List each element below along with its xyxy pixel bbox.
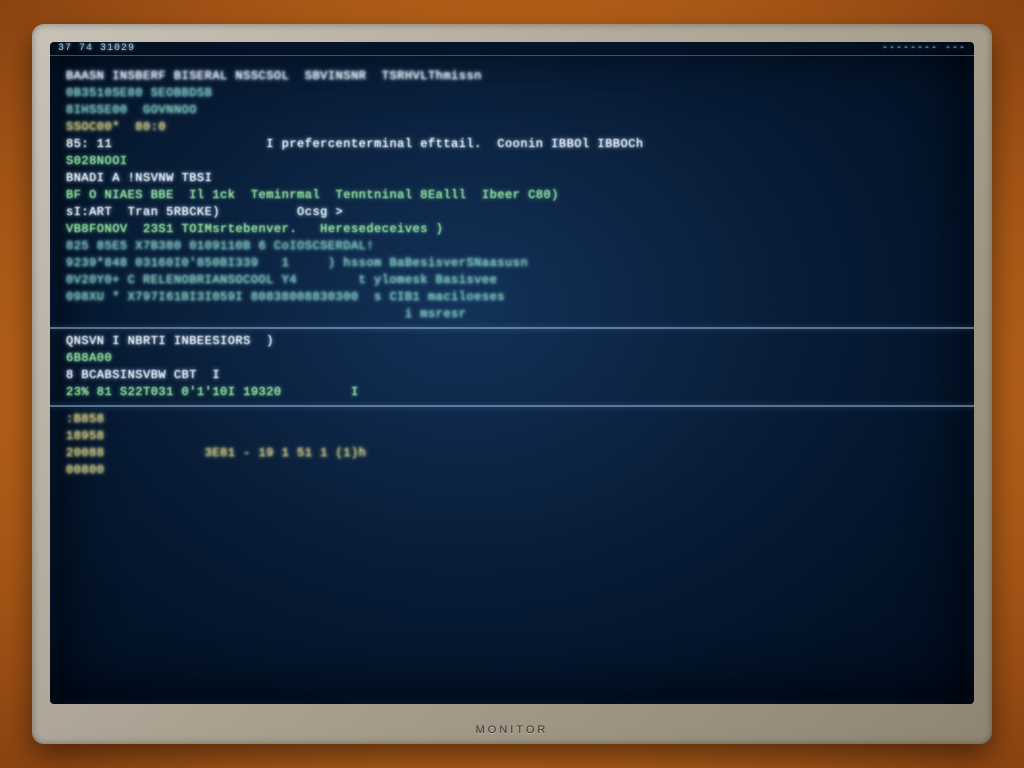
terminal-line: VB8FONOV 23S1 TOIMsrtebenver. Heresedece…: [66, 221, 958, 238]
terminal-block-2: QNSVN I NBRTI INBEESIORS )6B8A008 BCABSI…: [66, 333, 958, 401]
terminal-line: i msresr: [66, 306, 958, 323]
separator-2: [50, 405, 974, 407]
terminal-line: 098XU * X797I61BI3I059I 80838008830300 s…: [66, 289, 958, 306]
terminal-line: QNSVN I NBRTI INBEESIORS ): [66, 333, 958, 350]
separator-1: [50, 327, 974, 329]
terminal-line: :B858: [66, 411, 958, 428]
topbar-right-text: -------- ---: [882, 43, 966, 55]
terminal-content: BAASN INSBERF BISERAL NSSCSOL SBVINSNR T…: [66, 68, 958, 479]
terminal-line: 0V20Y0+ C RELENOBRIANSOCOOL Y4 t ylomesk…: [66, 272, 958, 289]
terminal-top-bar: 37 74 31029 -------- ---: [50, 42, 974, 56]
terminal-line: 85: 11 I prefercenterminal efttail. Coon…: [66, 136, 958, 153]
terminal-line: BAASN INSBERF BISERAL NSSCSOL SBVINSNR T…: [66, 68, 958, 85]
terminal-line: 23% 81 S22T031 0'1'10I 19320 I: [66, 384, 958, 401]
terminal-line: sI:ART Tran 5RBCKE) Ocsg >: [66, 204, 958, 221]
terminal-line: 20088 3E81 - 19 1 51 1 (1)h: [66, 445, 958, 462]
terminal-line: 6B8A00: [66, 350, 958, 367]
monitor-brand-label: MONITOR: [476, 724, 549, 736]
terminal-line: BF O NIAES BBE Il 1ck Teminrmal Tenntnin…: [66, 187, 958, 204]
terminal-line: 00800: [66, 462, 958, 479]
terminal-block-3: :B8581895820088 3E81 - 19 1 51 1 (1)h008…: [66, 411, 958, 479]
terminal-line: S028NOOI: [66, 153, 958, 170]
terminal-line: 8 BCABSINSVBW CBT I: [66, 367, 958, 384]
monitor-bezel: MONITOR 37 74 31029 -------- --- BAASN I…: [32, 24, 992, 744]
terminal-line: 0B3510SE80 SEOBBDSB: [66, 85, 958, 102]
terminal-line: 825 85E5 X7B380 0109110B 6 CoIOSCSERDAL!: [66, 238, 958, 255]
terminal-line: BNADI A !NSVNW TBSI: [66, 170, 958, 187]
terminal-line: 8IHSSE00 GOVNNOO: [66, 102, 958, 119]
terminal-screen: 37 74 31029 -------- --- BAASN INSBERF B…: [50, 42, 974, 704]
terminal-line: SSOC00* 80:0: [66, 119, 958, 136]
terminal-block-1: BAASN INSBERF BISERAL NSSCSOL SBVINSNR T…: [66, 68, 958, 323]
terminal-line: 18958: [66, 428, 958, 445]
topbar-left-text: 37 74 31029: [58, 43, 135, 55]
terminal-line: 9239*848 03160I0'850BI339 1 ) hssom BaBe…: [66, 255, 958, 272]
